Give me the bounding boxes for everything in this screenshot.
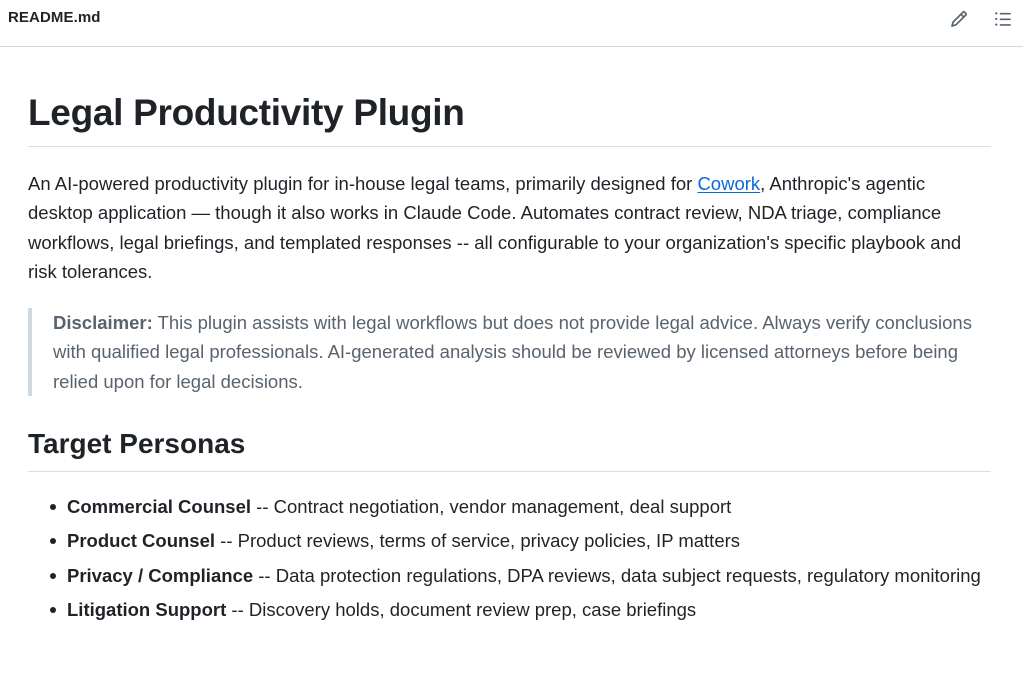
intro-text-before: An AI-powered productivity plugin for in…: [28, 173, 698, 194]
persona-name: Privacy / Compliance: [67, 564, 254, 586]
page-title: Legal Productivity Plugin: [28, 90, 991, 147]
file-name: README.md: [8, 9, 101, 26]
section-heading-target-personas: Target Personas: [28, 425, 991, 472]
list-item: Commercial Counsel -- Contract negotiati…: [28, 492, 991, 521]
cowork-link[interactable]: Cowork: [697, 173, 760, 194]
pencil-icon: [951, 11, 967, 27]
personas-list: Commercial Counsel -- Contract negotiati…: [28, 492, 991, 629]
file-header: README.md: [0, 0, 1023, 47]
list-item: Privacy / Compliance -- Data protection …: [28, 561, 991, 590]
persona-description: -- Product reviews, terms of service, pr…: [215, 530, 741, 552]
persona-name: Commercial Counsel: [67, 496, 252, 517]
persona-description: -- Contract negotiation, vendor manageme…: [251, 496, 732, 517]
list-item: Product Counsel -- Product reviews, term…: [28, 526, 991, 555]
persona-name: Product Counsel: [67, 530, 216, 552]
disclaimer-text: This plugin assists with legal workflows…: [53, 312, 972, 392]
edit-file-button[interactable]: [945, 6, 973, 32]
persona-description: -- Data protection regulations, DPA revi…: [253, 564, 981, 586]
list-item: Litigation Support -- Discovery holds, d…: [28, 595, 991, 624]
disclaimer-label: Disclaimer:: [53, 312, 153, 333]
intro-paragraph: An AI-powered productivity plugin for in…: [28, 169, 991, 286]
disclaimer-blockquote: Disclaimer: This plugin assists with leg…: [28, 308, 991, 396]
persona-name: Litigation Support: [67, 598, 227, 620]
list-unordered-icon: [995, 12, 1011, 26]
persona-description: -- Discovery holds, document review prep…: [226, 598, 697, 620]
document-outline-button[interactable]: [989, 6, 1017, 32]
